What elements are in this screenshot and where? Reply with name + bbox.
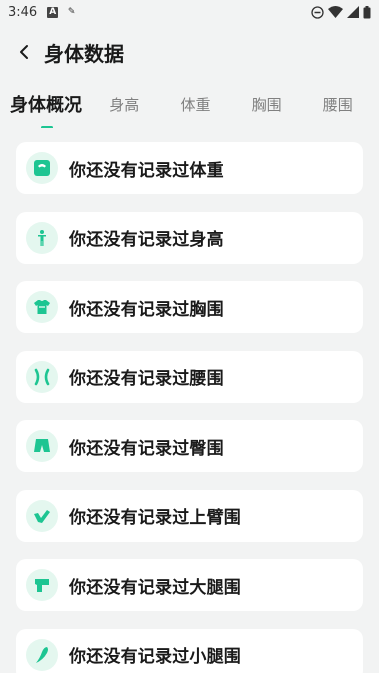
record-text: 你还没有记录过臀围 xyxy=(69,438,224,459)
icon-badge xyxy=(26,569,58,601)
record-card-weight[interactable]: 你还没有记录过体重 xyxy=(16,142,363,194)
record-card-upper-arm[interactable]: 你还没有记录过上臂围 xyxy=(16,489,363,542)
icon-badge xyxy=(26,360,58,393)
app-header: 身体数据 xyxy=(0,24,379,80)
shirt-icon xyxy=(34,300,50,314)
record-text: 你还没有记录过身高 xyxy=(69,230,224,250)
status-time: 3:46 xyxy=(8,4,38,20)
record-text: 你还没有记录过腰围 xyxy=(69,369,224,389)
icon-badge xyxy=(26,291,58,323)
wifi-icon xyxy=(328,6,343,18)
dnd-icon xyxy=(311,5,324,19)
status-bar: 3:46 A ✎ xyxy=(0,0,379,24)
notification-a-icon: A xyxy=(47,6,59,18)
tab-chest[interactable]: 胸围 xyxy=(252,94,323,115)
tab-bar: 身体概况 身高 体重 胸围 腰围 xyxy=(0,80,379,128)
status-icons xyxy=(311,5,371,19)
icon-badge xyxy=(26,638,58,671)
record-text: 你还没有记录过大腿围 xyxy=(69,577,241,598)
record-card-height[interactable]: 你还没有记录过身高 xyxy=(16,211,363,264)
record-text: 你还没有记录过上臂围 xyxy=(69,508,241,528)
record-card-chest[interactable]: 你还没有记录过胸围 xyxy=(16,281,363,333)
icon-badge xyxy=(26,499,58,532)
record-card-waist[interactable]: 你还没有记录过腰围 xyxy=(16,350,363,403)
signal-icon xyxy=(347,6,359,18)
icon-badge xyxy=(26,221,58,254)
person-standing-icon xyxy=(38,229,46,246)
battery-icon xyxy=(363,5,371,18)
back-button[interactable] xyxy=(12,40,36,64)
pen-icon: ✎ xyxy=(67,6,76,17)
tab-weight[interactable]: 体重 xyxy=(180,94,251,115)
icon-badge xyxy=(26,152,58,184)
record-card-hip[interactable]: 你还没有记录过臀围 xyxy=(16,420,363,472)
icon-badge xyxy=(26,430,58,462)
calf-icon xyxy=(36,646,48,663)
scale-icon xyxy=(34,160,50,176)
record-card-thigh[interactable]: 你还没有记录过大腿围 xyxy=(16,559,363,611)
tab-waist[interactable]: 腰围 xyxy=(323,94,379,115)
record-text: 你还没有记录过小腿围 xyxy=(69,647,241,667)
record-text: 你还没有记录过胸围 xyxy=(69,299,224,320)
record-text: 你还没有记录过体重 xyxy=(69,160,224,181)
thigh-icon xyxy=(35,579,49,592)
tab-height[interactable]: 身高 xyxy=(109,94,180,115)
chevron-left-icon xyxy=(20,45,28,59)
record-card-calf[interactable]: 你还没有记录过小腿围 xyxy=(16,628,363,673)
shorts-icon xyxy=(34,439,50,452)
tab-indicator xyxy=(41,126,53,128)
tab-overview[interactable]: 身体概况 xyxy=(10,91,109,117)
waist-icon xyxy=(34,368,50,385)
page-title: 身体数据 xyxy=(44,41,124,66)
arm-icon xyxy=(34,509,50,523)
record-list: 你还没有记录过体重 你还没有记录过身高 你还没有记录过胸围 你还没有记录过腰围 xyxy=(0,142,379,673)
